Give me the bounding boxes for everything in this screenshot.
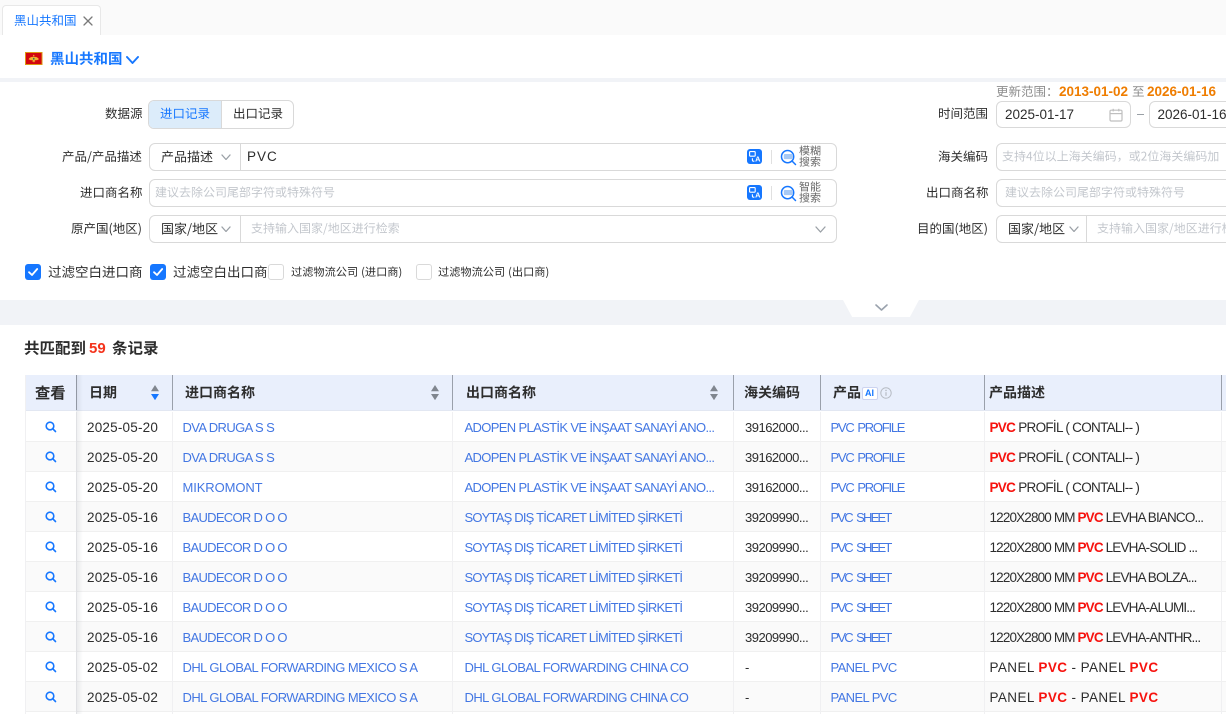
svg-text:A: A [755,155,761,164]
svg-text:A: A [755,191,761,200]
